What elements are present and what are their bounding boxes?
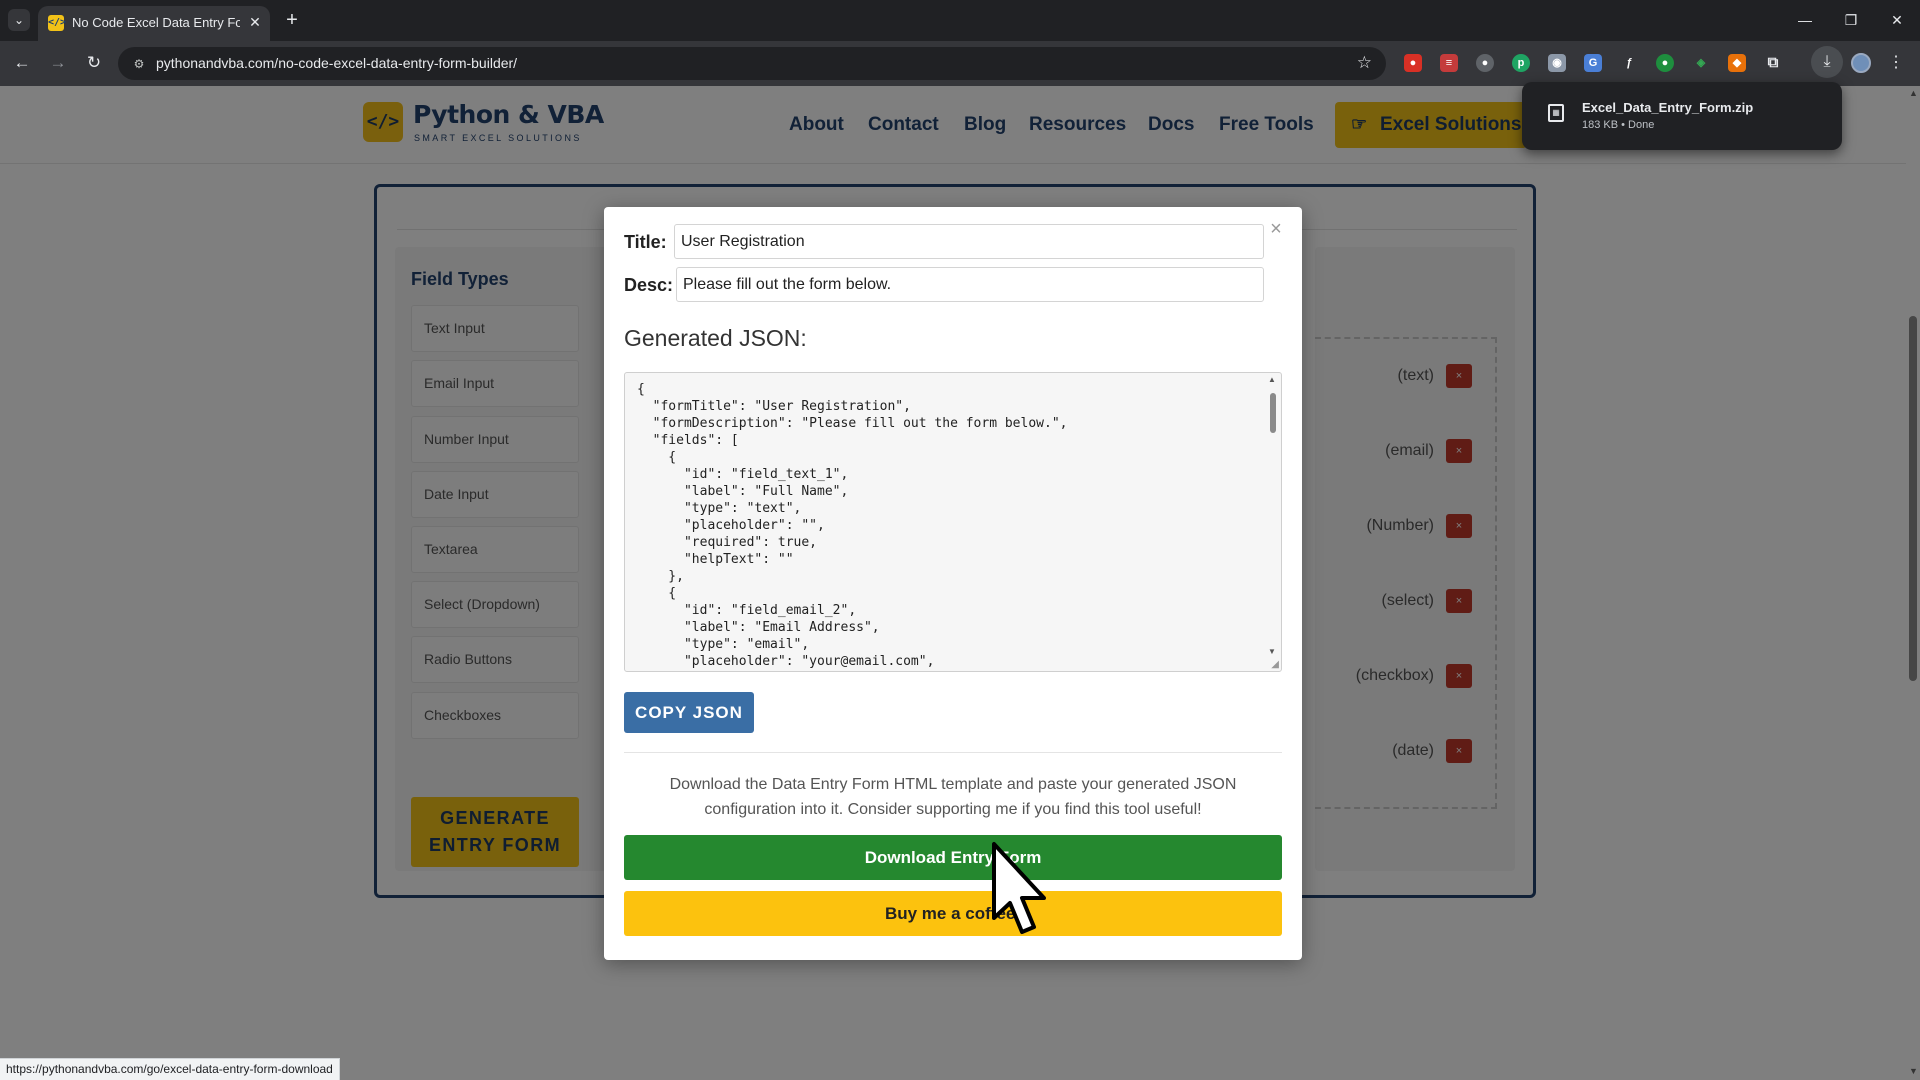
- scroll-down-icon[interactable]: ▼: [1909, 1066, 1918, 1076]
- title-label: Title:: [624, 232, 667, 252]
- extension-fx-icon[interactable]: ƒ: [1620, 54, 1638, 72]
- json-scrollbar[interactable]: ▲ ▼: [1268, 375, 1278, 665]
- desc-label: Desc:: [624, 275, 674, 295]
- web-page: </> Python & VBA SMART EXCEL SOLUTIONS A…: [0, 86, 1920, 1080]
- scroll-up-icon[interactable]: ▲: [1268, 375, 1276, 384]
- scroll-down-icon[interactable]: ▼: [1268, 647, 1276, 656]
- bookmark-star-icon[interactable]: ☆: [1357, 53, 1372, 73]
- file-icon: ▦: [1548, 104, 1564, 122]
- json-modal: × Title: Desc: Generated JSON: { "formTi…: [604, 207, 1302, 960]
- extension-eye-icon[interactable]: ◈: [1692, 54, 1710, 72]
- url-text[interactable]: pythonandvba.com/no-code-excel-data-entr…: [156, 55, 517, 71]
- new-tab-icon[interactable]: +: [280, 9, 304, 33]
- extension-red-icon[interactable]: ●: [1404, 54, 1422, 72]
- json-textarea[interactable]: { "formTitle": "User Registration", "for…: [624, 372, 1282, 672]
- close-icon[interactable]: ✕: [246, 13, 264, 31]
- download-icon[interactable]: ⤓: [1811, 46, 1843, 78]
- reload-icon[interactable]: ↻: [82, 51, 106, 75]
- extension-green-icon[interactable]: ●: [1656, 54, 1674, 72]
- scroll-up-icon[interactable]: ▲: [1909, 88, 1918, 98]
- cursor-icon: [992, 842, 1046, 934]
- extensions-icon[interactable]: ⧉: [1764, 54, 1782, 72]
- browser-toolbar: ← → ↻ ⚙ pythonandvba.com/no-code-excel-d…: [0, 41, 1920, 86]
- extension-translate-icon[interactable]: G: [1584, 54, 1602, 72]
- site-favicon: </>: [48, 15, 66, 31]
- extension-camera-icon[interactable]: ◉: [1548, 54, 1566, 72]
- modal-divider: [624, 752, 1282, 753]
- address-bar[interactable]: ⚙ pythonandvba.com/no-code-excel-data-en…: [118, 47, 1386, 80]
- download-entry-form-button[interactable]: Download Entry Form: [624, 835, 1282, 880]
- json-scroll-thumb[interactable]: [1270, 393, 1276, 433]
- download-filename[interactable]: Excel_Data_Entry_Form.zip: [1582, 100, 1753, 115]
- buy-me-a-coffee-button[interactable]: Buy me a coffee!: [624, 891, 1282, 936]
- site-info-icon[interactable]: ⚙: [130, 55, 148, 73]
- resize-grip-icon[interactable]: ◢: [1271, 659, 1279, 670]
- browser-tab-bar: ⌄ </> No Code Excel Data Entry Form ✕ + …: [0, 0, 1920, 41]
- download-bubble[interactable]: ▦ Excel_Data_Entry_Form.zip 183 KB • Don…: [1522, 82, 1842, 150]
- back-icon[interactable]: ←: [10, 51, 34, 75]
- page-scroll-thumb[interactable]: [1909, 316, 1917, 681]
- restore-icon[interactable]: ❐: [1836, 8, 1866, 32]
- minimize-icon[interactable]: —: [1790, 8, 1820, 32]
- tab-list-icon[interactable]: ⌄: [8, 9, 30, 31]
- title-input[interactable]: [674, 224, 1264, 259]
- download-note: Download the Data Entry Form HTML templa…: [669, 776, 1237, 818]
- extension-stack-icon[interactable]: ≡: [1440, 54, 1458, 72]
- download-meta: 183 KB • Done: [1582, 119, 1655, 131]
- menu-icon[interactable]: ⋮: [1886, 51, 1906, 75]
- window-close-icon[interactable]: ✕: [1882, 8, 1912, 32]
- copy-json-button[interactable]: COPY JSON: [624, 692, 754, 733]
- close-icon[interactable]: ×: [1266, 219, 1286, 239]
- extension-grey-icon[interactable]: ●: [1476, 54, 1494, 72]
- forward-icon[interactable]: →: [46, 51, 70, 75]
- extension-p-icon[interactable]: p: [1512, 54, 1530, 72]
- extension-orange-icon[interactable]: ◆: [1728, 54, 1746, 72]
- profile-avatar[interactable]: [1851, 53, 1871, 73]
- desc-input[interactable]: [676, 267, 1264, 302]
- status-bar-url: https://pythonandvba.com/go/excel-data-e…: [0, 1058, 340, 1080]
- tab-title: No Code Excel Data Entry Form: [72, 15, 240, 30]
- generated-json-heading: Generated JSON:: [624, 325, 807, 351]
- browser-tab[interactable]: </> No Code Excel Data Entry Form ✕: [38, 6, 270, 41]
- page-scrollbar[interactable]: ▲ ▼: [1906, 86, 1920, 1080]
- json-output[interactable]: { "formTitle": "User Registration", "for…: [637, 381, 1257, 669]
